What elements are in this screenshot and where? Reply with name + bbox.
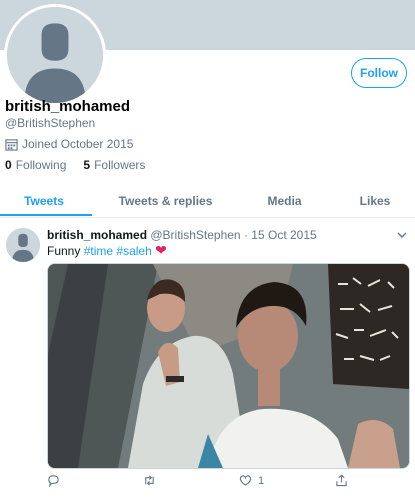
follow-button[interactable]: Follow — [351, 58, 407, 88]
tab-likes[interactable]: Likes — [340, 185, 410, 217]
hashtag-saleh[interactable]: #saleh — [116, 244, 151, 258]
heart-emoji: ❤ — [155, 242, 167, 258]
following-link[interactable]: 0 Following — [5, 158, 66, 172]
tab-tweets[interactable]: Tweets — [0, 185, 88, 217]
tab-media[interactable]: Media — [247, 185, 322, 217]
profile-display-name: british_mohamed — [5, 98, 131, 115]
default-avatar-icon — [6, 228, 40, 262]
active-tab-indicator — [0, 214, 92, 216]
followers-count: 5 — [83, 158, 91, 172]
reply-icon — [48, 475, 59, 487]
tab-tweets-replies[interactable]: Tweets & replies — [98, 185, 233, 217]
retweet-button[interactable] — [143, 474, 162, 487]
tweet-separator: · — [243, 228, 248, 242]
following-count: 0 — [5, 158, 12, 172]
tweet-author-name[interactable]: british_mohamed — [47, 228, 147, 242]
tweet-author-avatar[interactable] — [6, 228, 40, 262]
follow-stats: 0 Following 5 Followers — [5, 158, 162, 172]
tweet-photo[interactable] — [47, 263, 410, 469]
share-icon — [336, 474, 347, 487]
chevron-down-icon[interactable] — [397, 230, 407, 240]
profile-handle: @BritishStephen — [5, 116, 96, 130]
tweet-date[interactable]: 15 Oct 2015 — [251, 228, 316, 242]
followers-link[interactable]: 5 Followers — [83, 158, 145, 172]
like-count: 1 — [258, 474, 265, 487]
tweet-actions: 1 — [47, 474, 408, 490]
calendar-icon — [5, 138, 18, 151]
default-avatar-icon — [7, 7, 103, 103]
tweet-text: Funny #time #saleh ❤ — [47, 242, 167, 259]
tweet-header: british_mohamed @BritishStephen · 15 Oct… — [47, 228, 317, 242]
followers-label: Followers — [94, 158, 146, 172]
profile-avatar[interactable] — [4, 4, 106, 106]
like-icon — [239, 475, 252, 486]
joined-text: Joined October 2015 — [22, 137, 134, 151]
profile-joined: Joined October 2015 — [5, 137, 133, 151]
tweet-author-handle[interactable]: @BritishStephen — [150, 228, 240, 242]
reply-button[interactable] — [47, 474, 66, 487]
like-button[interactable]: 1 — [239, 474, 264, 487]
share-button[interactable] — [335, 474, 354, 487]
tweet-card[interactable]: british_mohamed @BritishStephen · 15 Oct… — [0, 218, 415, 500]
tweet-text-prefix: Funny — [47, 244, 81, 258]
hashtag-time[interactable]: #time — [84, 244, 113, 258]
retweet-icon — [145, 475, 154, 486]
following-label: Following — [15, 158, 67, 172]
